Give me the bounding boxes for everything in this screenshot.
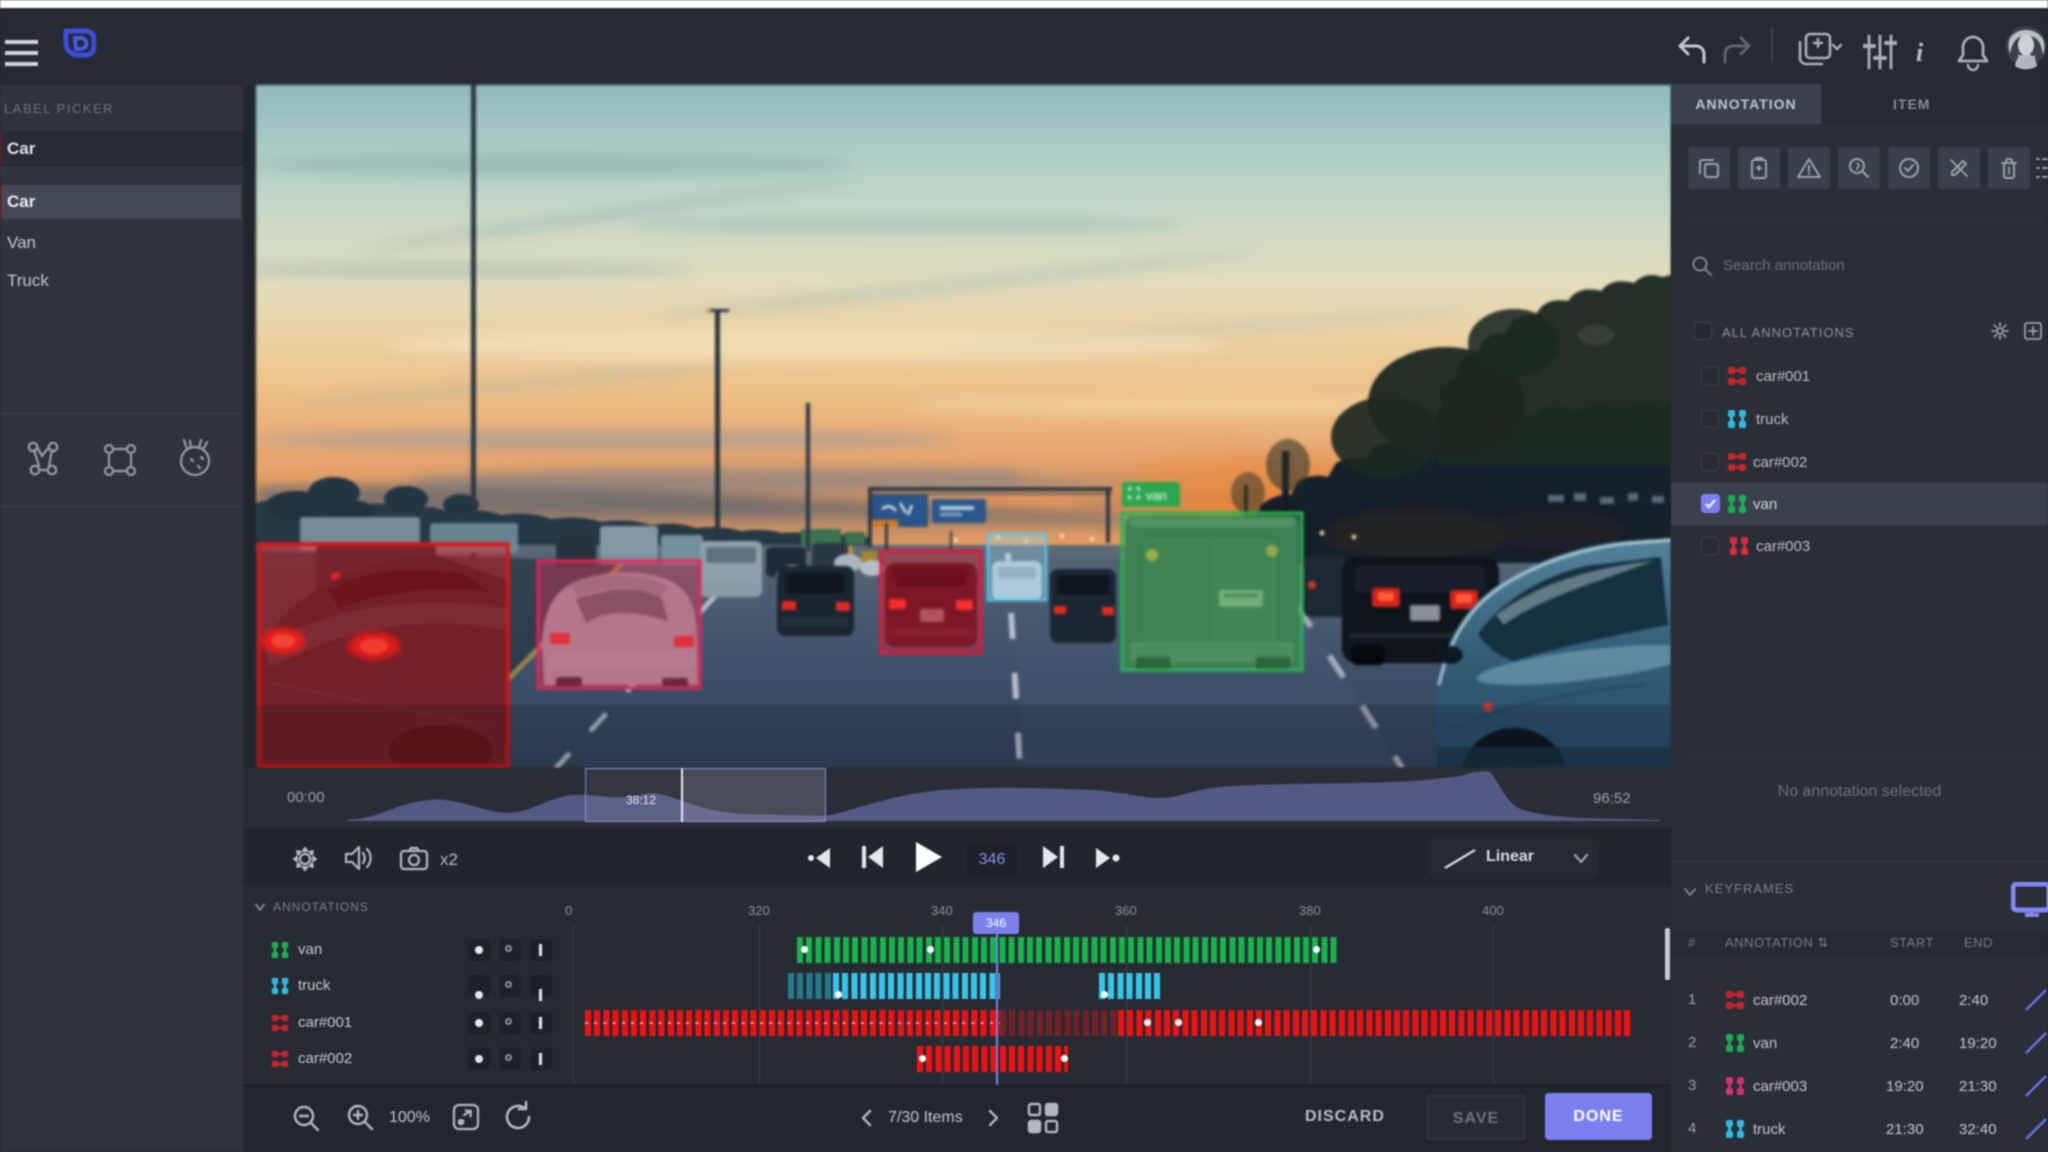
svg-text:van: van xyxy=(1146,488,1167,503)
